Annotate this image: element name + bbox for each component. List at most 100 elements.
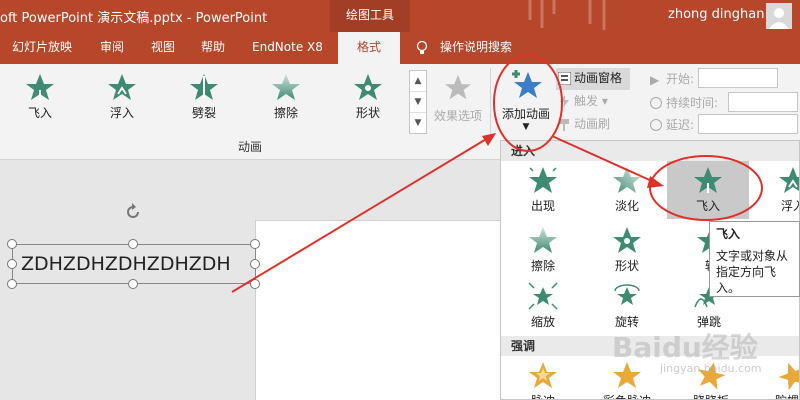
- duration-label: 持续时间:: [666, 96, 719, 110]
- emphasis-item-label: 脉冲: [501, 392, 585, 399]
- entrance-item-label: 淡化: [614, 199, 639, 213]
- entrance-float-in[interactable]: 浮入: [751, 165, 799, 221]
- title-bar: oft PowerPoint 演示文稿.pptx - PowerPoint 绘图…: [0, 0, 800, 32]
- clock-icon: [650, 97, 662, 109]
- appear-star-icon: [529, 167, 557, 193]
- powerpoint-window: oft PowerPoint 演示文稿.pptx - PowerPoint 绘图…: [0, 0, 800, 400]
- start-label: 开始:: [666, 72, 695, 86]
- gallery-scrollbar[interactable]: ▲ ▼ ▼: [409, 70, 427, 134]
- gallery-item-label: 浮入: [109, 106, 134, 120]
- scroll-up-icon[interactable]: ▲: [410, 71, 426, 92]
- animation-pane-button[interactable]: 动画窗格: [556, 68, 630, 90]
- swivel-star-icon: [614, 284, 640, 305]
- entrance-fade[interactable]: 淡化: [585, 165, 669, 221]
- trigger-button[interactable]: 触发 ▾: [556, 91, 608, 113]
- spin-star-icon: [778, 362, 799, 390]
- tab-review[interactable]: 审阅: [100, 32, 124, 64]
- entrance-zoom[interactable]: 缩放: [501, 281, 585, 337]
- fly-in-star-icon: [26, 74, 54, 100]
- gallery-fly-in[interactable]: 飞入: [8, 72, 72, 128]
- entrance-shape[interactable]: 形状: [585, 225, 669, 281]
- float-in-star-icon: [108, 74, 136, 100]
- tab-endnote[interactable]: EndNote X8: [252, 32, 323, 64]
- entrance-item-label: 出现: [530, 199, 555, 213]
- tab-format[interactable]: 格式: [338, 32, 400, 64]
- gallery-wipe[interactable]: 擦除: [254, 72, 318, 128]
- animation-painter-label: 动画刷: [574, 117, 611, 131]
- gallery-shape[interactable]: 形状: [336, 72, 400, 128]
- emphasis-item-label: 彩色脉冲: [585, 392, 669, 399]
- start-select[interactable]: [698, 68, 778, 88]
- delay-input[interactable]: [698, 114, 798, 134]
- tab-slideshow[interactable]: 幻灯片放映: [12, 32, 72, 64]
- gallery-split[interactable]: 劈裂: [172, 72, 236, 128]
- slide-canvas[interactable]: [255, 220, 500, 400]
- resize-handle[interactable]: [7, 259, 17, 269]
- gallery-float-in[interactable]: 浮入: [90, 72, 154, 128]
- ribbon-tabs: 幻灯片放映 审阅 视图 帮助 EndNote X8 格式 操作说明搜索: [0, 32, 800, 64]
- play-icon: ▶: [650, 73, 660, 87]
- gallery-more-icon[interactable]: ▼: [410, 113, 426, 134]
- add-animation-button[interactable]: 添加动画 ▼: [497, 68, 555, 138]
- entrance-wipe[interactable]: 擦除: [501, 225, 585, 281]
- animation-pane-label: 动画窗格: [574, 71, 623, 85]
- animation-pane-icon: [558, 72, 571, 85]
- add-animation-star-icon: [512, 70, 542, 98]
- resize-handle[interactable]: [128, 279, 138, 289]
- resize-handle[interactable]: [128, 239, 138, 249]
- duration-row: 持续时间:: [648, 92, 798, 112]
- resize-handle[interactable]: [7, 239, 17, 249]
- scroll-down-icon[interactable]: ▼: [410, 92, 426, 113]
- entrance-item-label: 形状: [614, 259, 639, 273]
- avatar[interactable]: [766, 3, 792, 29]
- tell-me-search[interactable]: 操作说明搜索: [440, 32, 512, 64]
- baidu-watermark-url: jingyan.baidu.com: [660, 362, 762, 375]
- section-entrance: 进入: [501, 141, 799, 161]
- fly-in-star-icon: [694, 167, 722, 193]
- delay-label: 延迟:: [666, 118, 695, 132]
- title-decoration-icon: [528, 0, 606, 30]
- tab-help[interactable]: 帮助: [201, 32, 225, 64]
- zoom-star-icon: [528, 282, 558, 310]
- tooltip-title: 飞入: [716, 227, 741, 241]
- resize-handle[interactable]: [7, 279, 17, 289]
- entrance-fly-in[interactable]: 飞入: [667, 161, 749, 219]
- entrance-item-label: 缩放: [530, 315, 555, 329]
- resize-handle[interactable]: [250, 239, 260, 249]
- entrance-appear[interactable]: 出现: [501, 165, 585, 221]
- animation-group-label: 动画: [237, 140, 262, 154]
- gallery-item-label: 擦除: [273, 106, 298, 120]
- entrance-item-label: 擦除: [530, 259, 555, 273]
- fly-in-tooltip: 飞入 文字或对象从指定方向飞入。: [709, 221, 800, 297]
- wipe-star-icon: [529, 227, 557, 253]
- selected-text-box[interactable]: ZDHZDHZDHZDHZDH: [12, 244, 256, 284]
- gallery-item-label: 形状: [355, 106, 380, 120]
- fade-star-icon: [613, 167, 641, 193]
- trigger-label: 触发: [574, 94, 599, 108]
- effect-options-star-icon: [444, 74, 472, 100]
- entrance-item-label: 飞入: [695, 199, 720, 213]
- gallery-item-label: 劈裂: [191, 106, 216, 120]
- resize-handle[interactable]: [250, 259, 260, 269]
- emphasis-pulse[interactable]: 脉冲: [501, 360, 585, 399]
- tab-view[interactable]: 视图: [151, 32, 175, 64]
- animation-painter-button[interactable]: 动画刷: [556, 114, 610, 136]
- tooltip-body: 文字或对象从指定方向飞入。: [716, 249, 789, 295]
- trigger-icon: [560, 95, 569, 108]
- resize-handle[interactable]: [250, 279, 260, 289]
- delay-row: 延迟:: [648, 114, 798, 134]
- wipe-star-icon: [272, 74, 300, 100]
- emphasis-item-label: 跷跷板: [669, 392, 753, 399]
- drawing-tools-context-tab: 绘图工具: [330, 0, 410, 32]
- rotate-handle-icon[interactable]: [123, 202, 143, 222]
- effect-options-button[interactable]: 效果选项: [430, 72, 486, 128]
- split-star-icon: [190, 74, 218, 100]
- emphasis-color-pulse[interactable]: 彩色脉冲: [585, 360, 669, 399]
- lightbulb-icon: [416, 40, 428, 54]
- window-title: oft PowerPoint 演示文稿.pptx - PowerPoint: [0, 11, 268, 26]
- ribbon-divider: [490, 68, 491, 134]
- duration-input[interactable]: [728, 92, 798, 112]
- shape-star-icon: [613, 227, 641, 253]
- user-name[interactable]: zhong dinghan: [668, 7, 764, 22]
- float-in-star-icon: [779, 167, 799, 193]
